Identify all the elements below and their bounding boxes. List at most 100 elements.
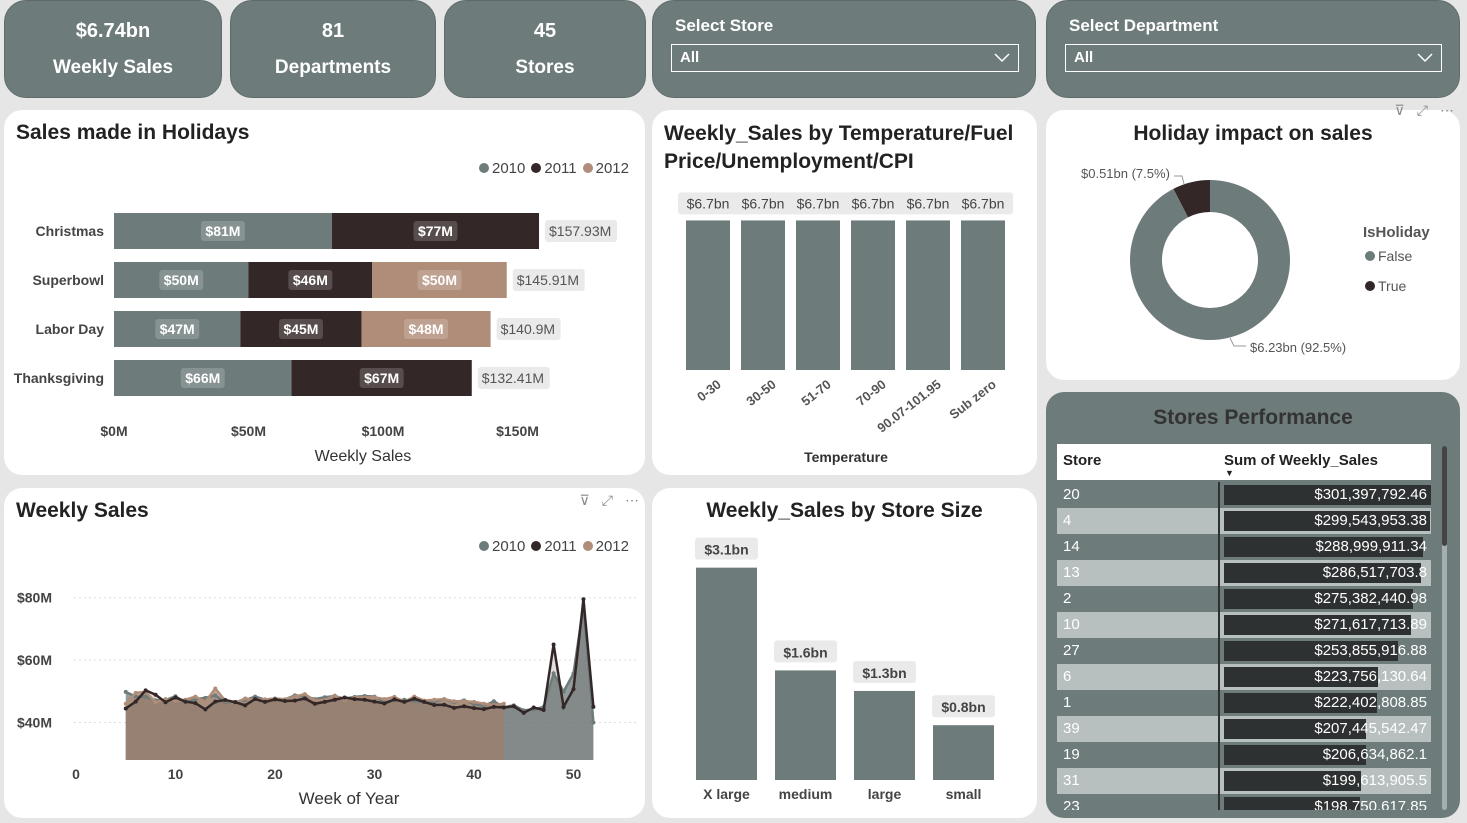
table-row[interactable]: 27 $253,855,916.88	[1057, 638, 1431, 664]
total-label: $140.9M	[501, 321, 555, 337]
kpi-value: $6.74bn	[75, 19, 151, 42]
table-row[interactable]: 14 $288,999,911.34	[1057, 534, 1431, 560]
point-2011	[571, 687, 576, 692]
store-dropdown[interactable]: All	[671, 44, 1019, 72]
point-2011	[273, 697, 277, 702]
point-2011	[412, 696, 417, 701]
bar	[906, 220, 950, 370]
data-label: $6.7bn	[797, 195, 840, 211]
kpi-label: Weekly Sales	[52, 56, 174, 78]
column-divider	[1218, 742, 1220, 768]
point-2012	[133, 690, 138, 695]
store-size-chart: $3.1bn X large $1.6bn medium $1.3bn large $0.8…	[695, 537, 995, 802]
holidays-chart: Christmas $81M $77M $157.93M Superbowl $50M $4…	[14, 213, 618, 465]
x-tick-label: $100M	[362, 423, 405, 439]
kpi-label: Departments	[274, 56, 392, 78]
point-2010	[551, 671, 556, 676]
store-size-panel: Weekly_Sales by Store Size $3.1bn X large…	[652, 488, 1037, 818]
table-scrollbar[interactable]	[1442, 446, 1447, 810]
point-2011	[521, 710, 526, 715]
data-label: $50M	[422, 272, 457, 288]
store-cell: 31	[1057, 768, 1217, 794]
table-row[interactable]: 10 $271,617,713.89	[1057, 612, 1431, 638]
point-2011	[501, 705, 506, 710]
bar	[775, 670, 836, 780]
sales-cell: $222,402,808.85	[1314, 694, 1427, 711]
point-2011	[581, 597, 586, 602]
table-row[interactable]: 39 $207,445,542.47	[1057, 716, 1431, 742]
kpi-value: 81	[321, 19, 345, 42]
point-2012	[442, 697, 447, 702]
table-row[interactable]: 6 $223,756,130.64	[1057, 664, 1431, 690]
table-row[interactable]: 13 $286,517,703.8	[1057, 560, 1431, 586]
column-divider	[1218, 690, 1220, 716]
bar	[696, 567, 757, 780]
point-2011	[292, 698, 297, 703]
column-header-sales[interactable]: Sum of Weekly_Sales	[1224, 452, 1378, 469]
point-2010	[213, 693, 218, 698]
point-2012	[213, 686, 218, 691]
point-2011	[263, 699, 268, 704]
point-2012	[432, 697, 437, 702]
point-2011	[302, 696, 307, 701]
sales-cell: $275,382,440.98	[1314, 590, 1427, 607]
bar	[686, 220, 730, 370]
point-2011	[193, 701, 198, 706]
sort-descending-icon: ▼	[1225, 468, 1234, 478]
sales-cell: $288,999,911.34	[1315, 538, 1428, 555]
store-cell: 4	[1057, 508, 1217, 534]
data-label: $77M	[418, 223, 453, 239]
data-label: $67M	[364, 370, 399, 386]
point-2011	[153, 692, 158, 697]
data-label: $46M	[293, 272, 328, 288]
x-tick-label: 20	[267, 766, 283, 782]
category-label: Christmas	[36, 223, 105, 239]
temperature-chart: $6.7bn 0-30 $6.7bn 30-50 $6.7bn 51-70 $6.7bn 70…	[678, 192, 1013, 465]
column-divider	[1218, 482, 1220, 508]
sales-cell: $223,756,130.64	[1314, 668, 1427, 685]
stores-table: Store Sum of Weekly_Sales ▼ 20 $301,397,7…	[1057, 444, 1431, 810]
data-label: $66M	[185, 370, 220, 386]
kpi-weekly-sales: $6.74bn Weekly Sales	[4, 0, 222, 98]
table-row[interactable]: 19 $206,634,862.1	[1057, 742, 1431, 768]
point-2012	[302, 692, 307, 697]
data-label: $48M	[409, 321, 444, 337]
data-label: $6.7bn	[742, 195, 785, 211]
column-header-store[interactable]: Store	[1063, 452, 1101, 469]
point-2012	[382, 697, 387, 702]
slice-label-true: $0.51bn (7.5%)	[1081, 166, 1170, 181]
point-2011	[233, 700, 238, 705]
scrollbar-thumb[interactable]	[1442, 446, 1447, 546]
table-row[interactable]: 20 $301,397,792.46	[1057, 482, 1431, 508]
table-row[interactable]: 2 $275,382,440.98	[1057, 586, 1431, 612]
category-label: Labor Day	[36, 321, 105, 337]
department-dropdown[interactable]: All	[1065, 44, 1442, 72]
table-row[interactable]: 4 $299,543,953.38	[1057, 508, 1431, 534]
department-slicer: Select Department All	[1046, 0, 1460, 98]
table-row[interactable]: 31 $199,613,905.5	[1057, 768, 1431, 794]
point-2012	[501, 701, 506, 706]
table-row[interactable]: 1 $222,402,808.85	[1057, 690, 1431, 716]
kpi-departments: 81 Departments	[230, 0, 436, 98]
total-label: $145.91M	[517, 272, 579, 288]
x-tick-label: small	[946, 786, 982, 802]
point-2011	[541, 708, 546, 713]
sales-cell: $271,617,713.89	[1314, 616, 1427, 633]
x-tick-label: 51-70	[798, 377, 833, 409]
holiday-impact-panel: Holiday impact on sales ⊽ ⤢ ⋯ $0.51bn (7…	[1046, 102, 1460, 380]
store-cell: 19	[1057, 742, 1217, 768]
bar	[933, 725, 994, 780]
point-2011	[382, 701, 387, 706]
x-tick-label: $150M	[496, 423, 539, 439]
data-label: $1.6bn	[783, 644, 827, 660]
point-2011	[422, 699, 427, 704]
sales-cell: $299,543,953.38	[1314, 512, 1427, 529]
column-divider	[1218, 664, 1220, 690]
sales-cell: $198,750,617.85	[1314, 798, 1427, 810]
point-2011	[452, 705, 457, 710]
x-tick-label: 30-50	[743, 377, 778, 409]
table-row[interactable]: 23 $198,750,617.85	[1057, 794, 1431, 810]
point-2011	[243, 703, 248, 708]
point-2012	[462, 699, 467, 704]
total-label: $132.41M	[482, 370, 544, 386]
